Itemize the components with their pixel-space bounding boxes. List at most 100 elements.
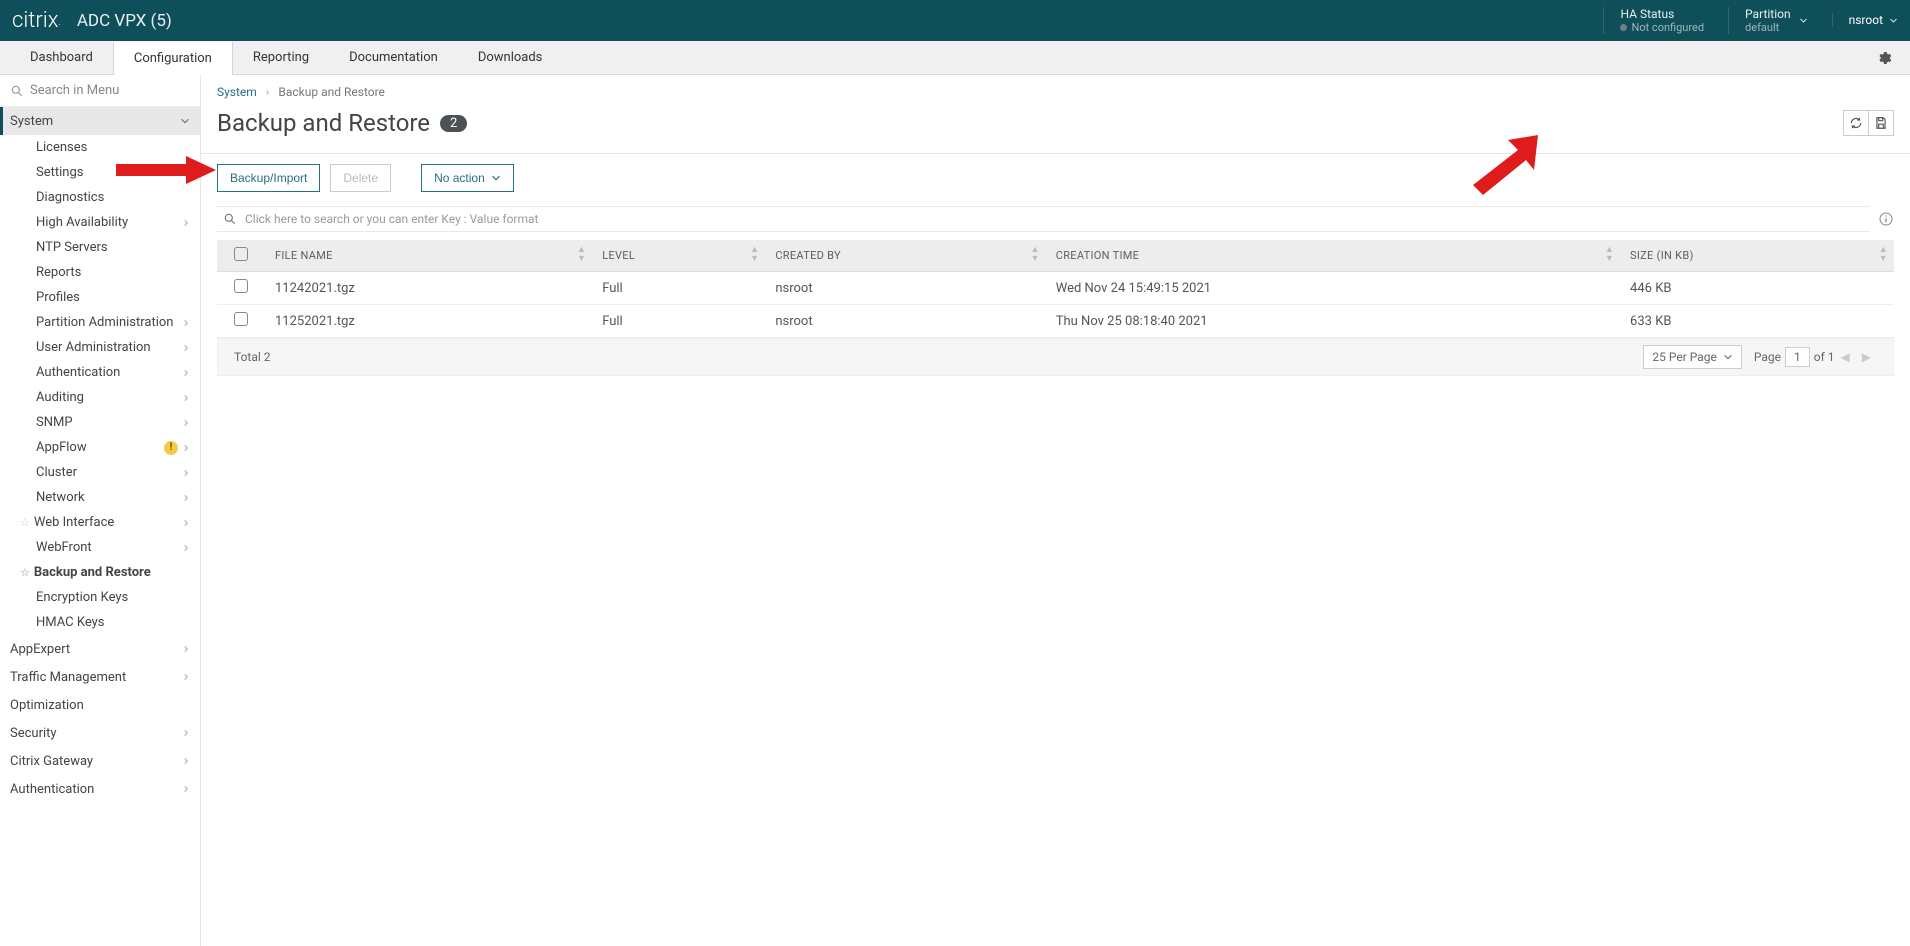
- cell-createdby: nsroot: [765, 305, 1045, 338]
- backup-import-button[interactable]: Backup/Import: [217, 164, 320, 192]
- cell-size: 633 KB: [1620, 305, 1894, 338]
- sidebar-item-reports[interactable]: Reports: [0, 260, 200, 285]
- row-checkbox[interactable]: [234, 279, 248, 293]
- chevron-right-icon: [182, 543, 190, 553]
- sidebar-item-webfront[interactable]: WebFront: [0, 535, 200, 560]
- search-icon: [10, 84, 24, 98]
- user-dropdown[interactable]: nsroot: [1832, 13, 1898, 27]
- ha-status-label: HA Status: [1620, 7, 1704, 21]
- sidebar-item-traffic-management[interactable]: Traffic Management: [0, 663, 200, 691]
- ha-status-block: HA Status Not configured: [1603, 7, 1704, 35]
- sidebar-item-label: HMAC Keys: [36, 615, 105, 630]
- partition-dropdown[interactable]: Partition default: [1728, 7, 1808, 35]
- tab-dashboard[interactable]: Dashboard: [10, 41, 113, 74]
- refresh-button[interactable]: [1843, 110, 1869, 136]
- tab-configuration[interactable]: Configuration: [113, 42, 233, 75]
- save-button[interactable]: [1868, 110, 1894, 136]
- menu-search-placeholder: Search in Menu: [30, 83, 119, 98]
- col-filename[interactable]: FILE NAME▲▼: [265, 240, 592, 272]
- sidebar-item-user-administration[interactable]: User Administration: [0, 335, 200, 360]
- select-all-checkbox[interactable]: [234, 247, 248, 261]
- chevron-right-icon: [182, 468, 190, 478]
- sidebar-item-auditing[interactable]: Auditing: [0, 385, 200, 410]
- no-action-label: No action: [434, 171, 485, 185]
- user-label: nsroot: [1849, 13, 1883, 27]
- sidebar-item-label: AppFlow: [36, 440, 87, 455]
- sidebar-item-profiles[interactable]: Profiles: [0, 285, 200, 310]
- delete-button[interactable]: Delete: [330, 164, 391, 192]
- topbar: citrix. ADC VPX (5) HA Status Not config…: [0, 0, 1910, 41]
- sidebar-item-label: Citrix Gateway: [10, 754, 93, 769]
- prev-page-button[interactable]: ◀: [1835, 350, 1856, 364]
- sidebar-item-cluster[interactable]: Cluster: [0, 460, 200, 485]
- sidebar-item-label: Security: [10, 726, 57, 741]
- cell-size: 446 KB: [1620, 272, 1894, 305]
- chevron-down-icon: [1723, 352, 1733, 362]
- page-of: of 1: [1814, 350, 1835, 364]
- table-footer: Total 2 25 Per Page Page 1 of 1 ◀ ▶: [217, 338, 1894, 376]
- chevron-right-icon: [182, 644, 190, 654]
- sidebar-item-label: NTP Servers: [36, 240, 108, 255]
- cell-creationtime: Thu Nov 25 08:18:40 2021: [1046, 305, 1620, 338]
- refresh-icon: [1849, 116, 1863, 130]
- table-search-input[interactable]: Click here to search or you can enter Ke…: [217, 206, 1870, 232]
- sidebar-item-label: SNMP: [36, 415, 73, 430]
- no-action-dropdown[interactable]: No action: [421, 164, 514, 192]
- sidebar-item-high-availability[interactable]: High Availability: [0, 210, 200, 235]
- breadcrumb-current: Backup and Restore: [278, 85, 385, 99]
- chevron-right-icon: [182, 393, 190, 403]
- sidebar-item-system[interactable]: System: [0, 107, 200, 135]
- sidebar-item-diagnostics[interactable]: Diagnostics: [0, 185, 200, 210]
- sidebar-item-security[interactable]: Security: [0, 719, 200, 747]
- total-value: 2: [264, 350, 271, 364]
- tab-downloads[interactable]: Downloads: [458, 41, 563, 74]
- sidebar-item-optimization[interactable]: Optimization: [0, 691, 200, 719]
- product-name: ADC VPX (5): [77, 11, 172, 31]
- sidebar-item-licenses[interactable]: Licenses: [0, 135, 200, 160]
- sidebar-item-authentication[interactable]: Authentication: [0, 360, 200, 385]
- menu-search[interactable]: Search in Menu: [0, 75, 200, 107]
- sidebar-item-encryption-keys[interactable]: Encryption Keys: [0, 585, 200, 610]
- tab-documentation[interactable]: Documentation: [329, 41, 458, 74]
- col-createdby[interactable]: CREATED BY▲▼: [765, 240, 1045, 272]
- per-page-dropdown[interactable]: 25 Per Page: [1643, 345, 1742, 369]
- sidebar-item-appexpert[interactable]: AppExpert: [0, 635, 200, 663]
- sidebar-item-hmac-keys[interactable]: HMAC Keys: [0, 610, 200, 635]
- sidebar-item-web-interface[interactable]: ☆ Web Interface: [0, 510, 200, 535]
- tab-reporting[interactable]: Reporting: [233, 41, 329, 74]
- sidebar: Search in Menu System LicensesSettingsDi…: [0, 75, 201, 946]
- gear-icon[interactable]: [1876, 50, 1892, 66]
- table-row[interactable]: 11252021.tgzFullnsrootThu Nov 25 08:18:4…: [217, 305, 1894, 338]
- sidebar-item-network[interactable]: Network: [0, 485, 200, 510]
- next-page-button[interactable]: ▶: [1856, 350, 1877, 364]
- sidebar-item-label: Optimization: [10, 698, 84, 713]
- row-checkbox[interactable]: [234, 312, 248, 326]
- chevron-right-icon: [182, 218, 190, 228]
- sidebar-item-label: Web Interface: [34, 515, 114, 530]
- sidebar-item-label: Cluster: [36, 465, 77, 480]
- page-current-input[interactable]: 1: [1785, 347, 1810, 367]
- partition-label: Partition: [1745, 7, 1791, 21]
- star-icon: ☆: [20, 516, 30, 529]
- sidebar-item-label: Backup and Restore: [34, 565, 151, 580]
- search-icon: [223, 212, 237, 226]
- sidebar-item-settings[interactable]: Settings: [0, 160, 200, 185]
- sidebar-item-snmp[interactable]: SNMP: [0, 410, 200, 435]
- breadcrumb-system[interactable]: System: [217, 85, 257, 99]
- col-level[interactable]: LEVEL▲▼: [592, 240, 765, 272]
- info-icon[interactable]: [1878, 211, 1894, 227]
- table-row[interactable]: 11242021.tgzFullnsrootWed Nov 24 15:49:1…: [217, 272, 1894, 305]
- sidebar-item-appflow[interactable]: AppFlow!: [0, 435, 200, 460]
- sidebar-item-partition-administration[interactable]: Partition Administration: [0, 310, 200, 335]
- warning-icon: !: [164, 441, 178, 455]
- sidebar-item-authentication[interactable]: Authentication: [0, 775, 200, 803]
- col-size[interactable]: SIZE (IN KB)▲▼: [1620, 240, 1894, 272]
- sidebar-item-ntp-servers[interactable]: NTP Servers: [0, 235, 200, 260]
- chevron-down-icon: [1799, 16, 1808, 25]
- sidebar-item-citrix-gateway[interactable]: Citrix Gateway: [0, 747, 200, 775]
- col-creationtime[interactable]: CREATION TIME▲▼: [1046, 240, 1620, 272]
- toolbar: Backup/Import Delete No action: [201, 153, 1910, 202]
- sidebar-item-backup-and-restore[interactable]: ☆Backup and Restore: [0, 560, 200, 585]
- sidebar-item-label: Authentication: [10, 782, 94, 797]
- breadcrumb-sep-icon: ›: [266, 85, 270, 99]
